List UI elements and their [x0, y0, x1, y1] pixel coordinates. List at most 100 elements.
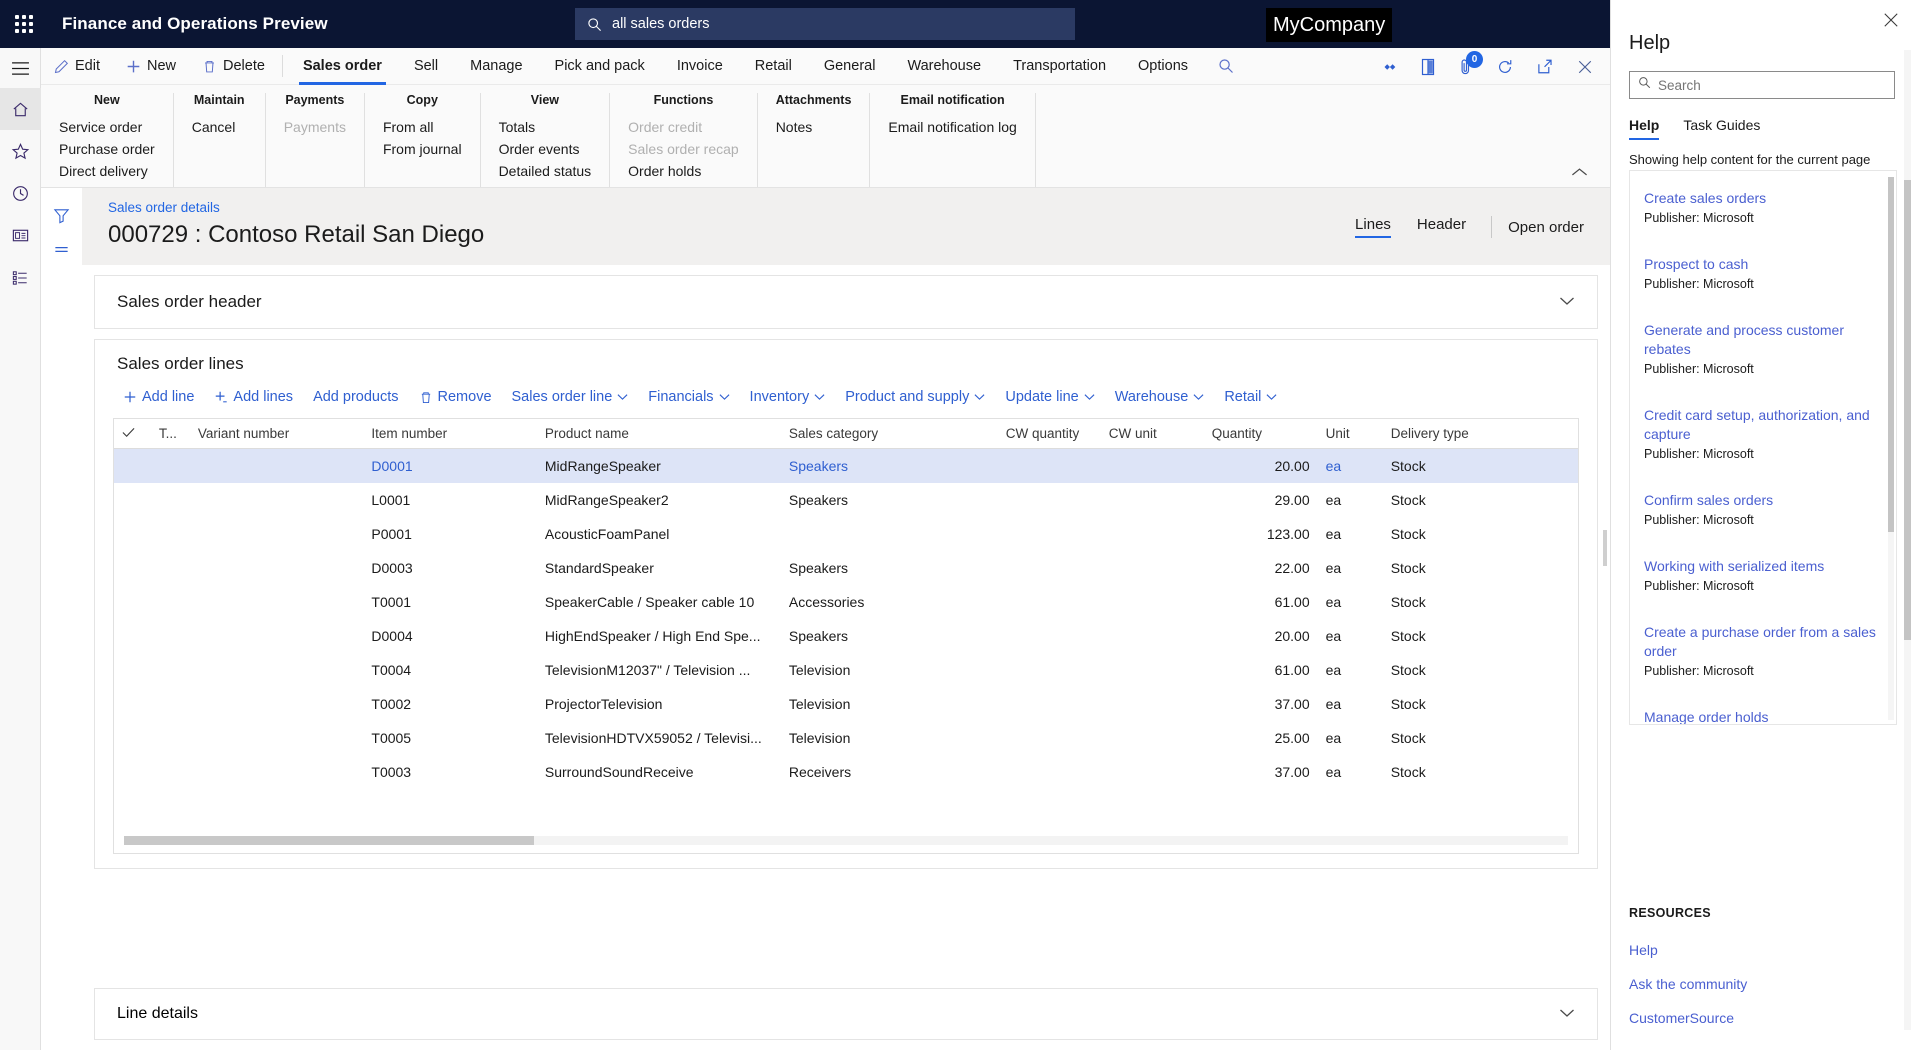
row-select[interactable] — [114, 721, 151, 755]
cell-sales-category[interactable]: Receivers — [781, 755, 998, 789]
new-button[interactable]: New — [113, 48, 189, 85]
cell-quantity[interactable]: 37.00 — [1204, 755, 1318, 789]
ribbon-item-from-journal[interactable]: From journal — [383, 138, 462, 160]
tab-manage[interactable]: Manage — [454, 48, 538, 85]
column-select-all[interactable] — [114, 419, 151, 449]
cell-item-number[interactable]: T0001 — [363, 585, 537, 619]
product-and-supply-menu[interactable]: Product and supply — [835, 384, 995, 410]
add-products-button[interactable]: Add products — [303, 384, 408, 410]
cell-quantity[interactable]: 123.00 — [1204, 517, 1318, 551]
column-cw-unit[interactable]: CW unit — [1100, 419, 1204, 449]
ribbon-item-from-all[interactable]: From all — [383, 116, 462, 138]
tab-general[interactable]: General — [808, 48, 892, 85]
ribbon-item-order-events[interactable]: Order events — [499, 138, 592, 160]
help-article-link[interactable]: Create sales orders — [1644, 189, 1882, 208]
list-item[interactable]: Working with serialized items Publisher:… — [1630, 549, 1896, 615]
fasttab-line-details[interactable]: Line details — [94, 988, 1598, 1040]
ribbon-item-detailed-status[interactable]: Detailed status — [499, 160, 592, 182]
app-launcher-icon[interactable] — [0, 0, 48, 48]
chevron-up-icon[interactable] — [1571, 165, 1588, 183]
row-select[interactable] — [114, 687, 151, 721]
row-select[interactable] — [114, 517, 151, 551]
table-row[interactable]: D0003 StandardSpeaker Speakers 22.00 ea … — [114, 551, 1578, 585]
tab-retail[interactable]: Retail — [739, 48, 808, 85]
list-item[interactable]: Prospect to cash Publisher: Microsoft — [1630, 247, 1896, 313]
column-unit[interactable]: Unit — [1317, 419, 1383, 449]
add-lines-button[interactable]: Add lines — [204, 384, 303, 410]
cell-quantity[interactable]: 22.00 — [1204, 551, 1318, 585]
help-article-link[interactable]: Working with serialized items — [1644, 557, 1882, 576]
column-variant-number[interactable]: Variant number — [189, 419, 364, 449]
column-sales-category[interactable]: Sales category — [780, 419, 998, 449]
close-x-icon[interactable] — [1883, 12, 1899, 33]
help-article-link[interactable]: Prospect to cash — [1644, 255, 1882, 274]
hamburger-menu-icon[interactable] — [0, 48, 41, 88]
cell-quantity[interactable]: 20.00 — [1204, 619, 1318, 653]
table-row[interactable]: T0001 SpeakerCable / Speaker cable 10 Ac… — [114, 585, 1578, 619]
table-row[interactable]: T0004 TelevisionM12037" / Television ...… — [114, 653, 1578, 687]
cell-unit[interactable]: ea — [1318, 585, 1383, 619]
pane-splitter-handle[interactable] — [1603, 530, 1607, 566]
ribbon-item-service-order[interactable]: Service order — [59, 116, 155, 138]
cell-sales-category[interactable]: Television — [781, 687, 998, 721]
financials-menu[interactable]: Financials — [638, 384, 739, 410]
cell-sales-category[interactable]: Television — [781, 653, 998, 687]
table-row[interactable]: D0001 MidRangeSpeaker Speakers 20.00 ea … — [114, 448, 1578, 483]
resource-link-customersource[interactable]: CustomerSource — [1629, 1010, 1734, 1026]
resource-link-ask-the-community[interactable]: Ask the community — [1629, 976, 1747, 992]
warehouse-menu[interactable]: Warehouse — [1105, 384, 1215, 410]
star-favorites-icon[interactable] — [0, 130, 41, 172]
cell-unit[interactable]: ea — [1318, 721, 1383, 755]
help-pane-scrollbar-thumb[interactable] — [1904, 180, 1911, 640]
help-article-link[interactable]: Confirm sales orders — [1644, 491, 1882, 510]
cell-quantity[interactable]: 61.00 — [1204, 585, 1318, 619]
cell-item-number[interactable]: D0003 — [363, 551, 537, 585]
breadcrumb[interactable]: Sales order details — [108, 200, 1584, 215]
cell-item-number[interactable]: T0003 — [363, 755, 537, 789]
list-item[interactable]: Confirm sales orders Publisher: Microsof… — [1630, 483, 1896, 549]
row-select[interactable] — [114, 585, 151, 619]
help-list-scrollbar-thumb[interactable] — [1888, 177, 1894, 532]
share-diamond-icon[interactable] — [1380, 60, 1398, 74]
horizontal-scrollbar-thumb[interactable] — [124, 836, 534, 845]
cell-item-number[interactable]: P0001 — [363, 517, 537, 551]
cell-sales-category[interactable]: Speakers — [781, 483, 998, 517]
tab-pick-and-pack[interactable]: Pick and pack — [539, 48, 661, 85]
fasttab-sales-order-header[interactable]: Sales order header — [94, 275, 1598, 329]
help-article-link[interactable]: Create a purchase order from a sales ord… — [1644, 623, 1882, 661]
column-product-name[interactable]: Product name — [536, 419, 781, 449]
table-row[interactable]: P0001 AcousticFoamPanel 123.00 ea Stock — [114, 517, 1578, 551]
cell-quantity[interactable]: 20.00 — [1203, 448, 1318, 483]
cell-sales-category[interactable]: Speakers — [781, 551, 998, 585]
list-item[interactable]: Generate and process customer rebates Pu… — [1630, 313, 1896, 398]
office-open-icon[interactable] — [1420, 58, 1436, 76]
cell-item-number[interactable]: T0004 — [363, 653, 537, 687]
cell-sales-category[interactable]: Speakers — [780, 448, 998, 483]
tab-transportation[interactable]: Transportation — [997, 48, 1122, 85]
tab-sell[interactable]: Sell — [398, 48, 454, 85]
filter-funnel-icon[interactable] — [41, 198, 82, 232]
attachment-icon[interactable]: 0 — [1458, 50, 1483, 76]
cell-unit[interactable]: ea — [1318, 755, 1383, 789]
row-select[interactable] — [114, 448, 151, 483]
list-item[interactable]: Credit card setup, authorization, and ca… — [1630, 398, 1896, 483]
ribbon-item-email-notification-log[interactable]: Email notification log — [888, 116, 1016, 138]
cell-unit[interactable]: ea — [1318, 517, 1383, 551]
cell-sales-category[interactable]: Speakers — [781, 619, 998, 653]
cell-unit[interactable]: ea — [1318, 551, 1383, 585]
table-row[interactable]: L0001 MidRangeSpeaker2 Speakers 29.00 ea… — [114, 483, 1578, 517]
ribbon-item-cancel[interactable]: Cancel — [192, 116, 247, 138]
modules-list-icon[interactable] — [0, 256, 41, 298]
chevron-down-icon[interactable] — [1559, 1005, 1575, 1023]
row-select[interactable] — [114, 483, 151, 517]
tab-sales-order[interactable]: Sales order — [287, 48, 398, 85]
tab-header[interactable]: Header — [1404, 216, 1479, 238]
help-search-input[interactable] — [1658, 77, 1886, 93]
tab-invoice[interactable]: Invoice — [661, 48, 739, 85]
cell-quantity[interactable]: 29.00 — [1204, 483, 1318, 517]
help-article-link[interactable]: Generate and process customer rebates — [1644, 321, 1882, 359]
resource-link-help[interactable]: Help — [1629, 942, 1658, 958]
retail-menu[interactable]: Retail — [1214, 384, 1287, 410]
chevron-down-icon[interactable] — [1559, 293, 1575, 311]
home-icon[interactable] — [0, 88, 41, 130]
